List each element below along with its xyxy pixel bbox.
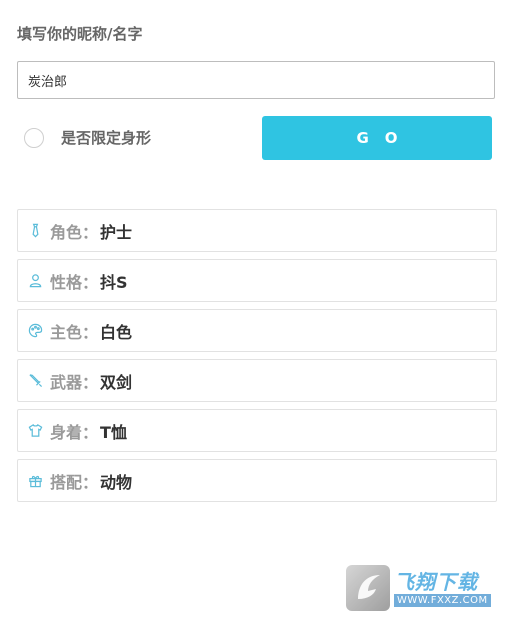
attribute-row-role: 角色：护士 <box>17 209 497 252</box>
sword-icon <box>27 373 43 389</box>
person-icon <box>27 273 43 289</box>
page-title: 填写你的昵称/名字 <box>17 25 143 43</box>
attribute-label: 身着 <box>50 422 83 442</box>
watermark-url: WWW.FXXZ.COM <box>394 593 491 607</box>
gift-icon <box>27 473 43 489</box>
palette-icon <box>27 323 43 339</box>
attribute-label: 武器 <box>50 372 83 392</box>
go-button[interactable]: GO <box>262 116 492 160</box>
attribute-row-accessory: 搭配：动物 <box>17 459 497 502</box>
attribute-label: 性格 <box>50 272 83 292</box>
toggle-label: 是否限定身形 <box>61 129 152 147</box>
attribute-value: 护士 <box>100 222 133 242</box>
attribute-value: 白色 <box>100 322 133 342</box>
name-input[interactable] <box>17 61 495 99</box>
attribute-colon: ： <box>82 472 99 492</box>
attribute-label: 主色 <box>50 322 83 342</box>
attribute-colon: ： <box>82 372 99 392</box>
attribute-value: 动物 <box>100 472 133 492</box>
attribute-label: 角色 <box>50 222 83 242</box>
attribute-label: 搭配 <box>50 472 83 492</box>
attribute-value: 抖S <box>100 272 128 292</box>
attribute-value: T恤 <box>100 422 127 442</box>
attribute-list: 角色：护士 性格：抖S 主色：白色 武器 ： 双剑 身着 ： T恤 搭配 ： 动… <box>17 209 497 509</box>
watermark-name: 飞翔下载 <box>394 569 478 594</box>
tie-icon <box>27 223 43 239</box>
radio-circle-icon[interactable] <box>24 127 44 148</box>
attribute-value: 双剑 <box>100 372 133 392</box>
attribute-row-outfit: 身着： T恤 <box>17 409 497 452</box>
watermark-logo-icon <box>346 565 390 611</box>
site-watermark: 飞翔下载 WWW.FXXZ.COM <box>346 564 502 612</box>
attribute-row-personality: 性格：抖S <box>17 259 497 302</box>
attribute-colon: ： <box>82 322 99 342</box>
attribute-row-weapon: 武器：双剑 <box>17 359 497 402</box>
attribute-colon: ： <box>82 272 99 292</box>
attribute-row-main-color: 主色：白色 <box>17 309 497 352</box>
attribute-colon: ： <box>82 422 99 442</box>
shirt-icon <box>27 423 43 439</box>
attribute-colon: ： <box>82 222 99 242</box>
shape-limit-toggle[interactable]: 是否限定身形 <box>24 127 151 148</box>
